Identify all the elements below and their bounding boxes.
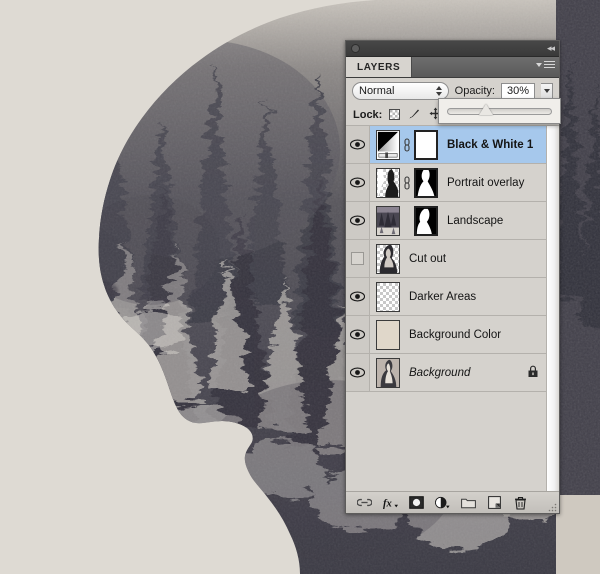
layer-locked-icon — [527, 365, 539, 381]
lock-image-pixels-icon[interactable] — [408, 107, 421, 123]
new-group-icon[interactable] — [461, 495, 476, 510]
eye-icon — [350, 214, 365, 227]
layer-mask-thumbnail[interactable] — [414, 129, 438, 160]
layer-thumbnail-background-color[interactable] — [376, 319, 400, 350]
layer-name-label: Background Color — [409, 328, 502, 341]
layer-mask-thumbnail[interactable] — [414, 167, 438, 198]
new-adjustment-layer-icon[interactable] — [435, 495, 450, 510]
layers-panel[interactable]: ◂◂ LAYERS Normal Opacity: 30% Lock: Blac… — [345, 40, 561, 514]
tab-layers-label: LAYERS — [357, 61, 401, 73]
eye-icon — [350, 290, 365, 303]
link-layers-icon[interactable] — [357, 495, 372, 510]
eye-icon — [350, 328, 365, 341]
chevron-down-icon — [543, 89, 550, 93]
layers-bottom-toolbar[interactable]: fx — [346, 491, 559, 513]
layer-visibility-toggle[interactable] — [346, 202, 370, 239]
blend-mode-select[interactable]: Normal — [352, 82, 449, 100]
eye-icon — [350, 366, 365, 379]
collapse-panel-icon[interactable]: ◂◂ — [547, 43, 555, 54]
layers-list[interactable]: Black & White 1 Portrait overlay Landsca… — [346, 126, 559, 491]
layer-name-label: Background — [409, 366, 471, 379]
blend-mode-stepper-icon[interactable] — [435, 86, 442, 96]
delete-layer-icon[interactable] — [513, 495, 528, 510]
opacity-slider-popup[interactable] — [438, 98, 561, 124]
panel-menu-icon[interactable] — [536, 61, 555, 68]
eye-off-icon — [351, 252, 364, 265]
link-mask-icon[interactable] — [403, 134, 411, 156]
lock-label: Lock: — [353, 108, 383, 121]
opacity-input[interactable]: 30% — [501, 82, 536, 100]
layer-name-label: Cut out — [409, 252, 447, 265]
layer-row-darker-areas[interactable]: Darker Areas — [346, 278, 559, 316]
opacity-slider-thumb[interactable] — [478, 103, 493, 115]
opacity-value: 30% — [507, 85, 530, 97]
layer-row-background[interactable]: Background — [346, 354, 559, 392]
layer-visibility-toggle[interactable] — [346, 278, 370, 315]
panel-menu-bars-icon — [544, 61, 555, 68]
eye-icon — [350, 138, 365, 151]
layer-name-label: Portrait overlay — [447, 176, 525, 189]
layer-visibility-toggle[interactable] — [346, 240, 370, 277]
blend-mode-value: Normal — [359, 85, 395, 97]
layer-name-label: Landscape — [447, 214, 504, 227]
panel-menu-triangle-icon — [536, 62, 542, 67]
opacity-dropdown-arrow[interactable] — [541, 82, 554, 100]
resize-grip-icon[interactable] — [548, 503, 557, 512]
layer-style-fx-icon[interactable]: fx — [383, 495, 398, 510]
layer-thumbnail-background[interactable] — [376, 357, 400, 388]
layer-row-landscape[interactable]: Landscape — [346, 202, 559, 240]
opacity-slider-track[interactable] — [447, 103, 552, 115]
layer-row-black-and-white-1[interactable]: Black & White 1 — [346, 126, 559, 164]
layer-name-label: Black & White 1 — [447, 138, 534, 151]
panel-close-dot[interactable] — [351, 44, 360, 53]
new-layer-icon[interactable] — [487, 495, 502, 510]
tab-layers[interactable]: LAYERS — [346, 57, 413, 77]
layer-row-background-color[interactable]: Background Color — [346, 316, 559, 354]
opacity-label: Opacity: — [454, 85, 495, 97]
layer-visibility-toggle[interactable] — [346, 354, 370, 391]
layers-scrollbar[interactable] — [546, 126, 559, 491]
layer-row-portrait-overlay[interactable]: Portrait overlay — [346, 164, 559, 202]
layer-row-cut-out[interactable]: Cut out — [346, 240, 559, 278]
layer-mask-thumbnail[interactable] — [414, 205, 438, 236]
layer-thumbnail-portrait-overlay[interactable] — [376, 167, 400, 198]
layer-visibility-toggle[interactable] — [346, 164, 370, 201]
add-layer-mask-icon[interactable] — [409, 495, 424, 510]
layer-thumbnail-cut-out[interactable] — [376, 243, 400, 274]
layer-thumbnail-adjustment[interactable] — [376, 129, 400, 160]
panel-tab-strip[interactable]: LAYERS — [346, 57, 559, 78]
layer-name-label: Darker Areas — [409, 290, 477, 303]
lock-transparent-pixels-icon[interactable] — [389, 109, 401, 120]
eye-icon — [350, 176, 365, 189]
layer-visibility-toggle[interactable] — [346, 316, 370, 353]
panel-titlebar[interactable]: ◂◂ — [346, 41, 559, 57]
layer-visibility-toggle[interactable] — [346, 126, 370, 163]
link-mask-icon[interactable] — [403, 172, 411, 194]
layer-thumbnail-darker-areas[interactable] — [376, 281, 400, 312]
link-mask-spacer — [403, 210, 411, 232]
layer-thumbnail-landscape[interactable] — [376, 205, 400, 236]
svg-text:fx: fx — [383, 498, 393, 509]
